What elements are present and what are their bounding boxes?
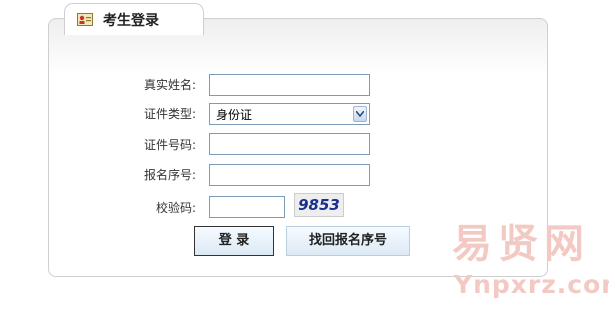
watermark-logo-cn: 易贤网 xyxy=(452,221,590,267)
id-type-select[interactable]: 身份证 xyxy=(209,103,370,125)
login-title: 考生登录 xyxy=(103,13,159,29)
id-number-input[interactable] xyxy=(209,133,370,155)
captcha-image[interactable]: 9853 xyxy=(294,193,344,217)
reg-number-label: 报名序号: xyxy=(143,168,196,182)
find-reg-number-button[interactable]: 找回报名序号 xyxy=(286,226,410,256)
captcha-label: 校验码: xyxy=(155,201,196,215)
id-type-selected-value: 身份证 xyxy=(216,108,253,122)
user-card-icon xyxy=(77,12,93,26)
chevron-down-icon[interactable] xyxy=(353,106,367,122)
login-header-tab: 考生登录 xyxy=(64,3,204,35)
reg-number-input[interactable] xyxy=(209,164,370,186)
captcha-input[interactable] xyxy=(209,196,285,218)
name-input[interactable] xyxy=(209,74,370,96)
name-label: 真实姓名: xyxy=(143,78,196,92)
id-number-label: 证件号码: xyxy=(143,138,196,152)
login-button[interactable]: 登 录 xyxy=(194,226,274,256)
id-type-label: 证件类型: xyxy=(143,107,196,121)
watermark-logo-en: Ynpxrz.com xyxy=(454,270,609,299)
